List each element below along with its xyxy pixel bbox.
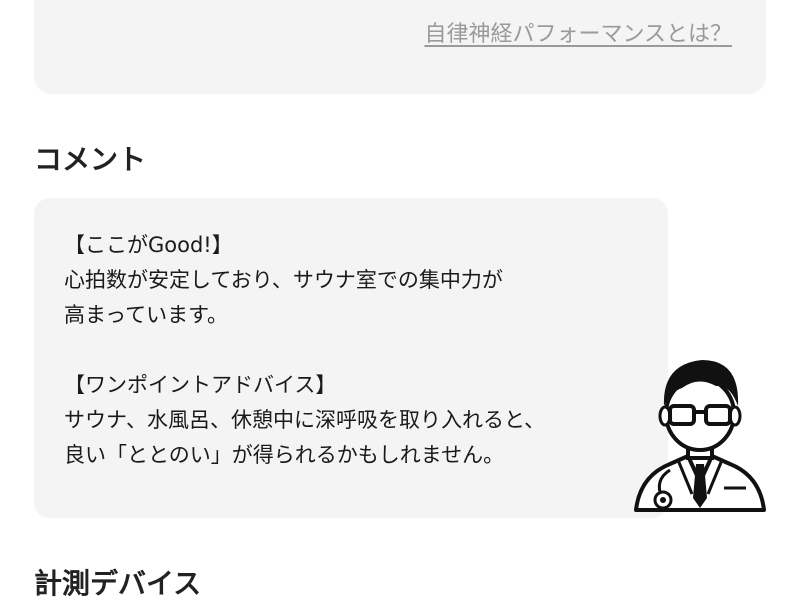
advice-line: サウナ、水風呂、休憩中に深呼吸を取り入れると、 xyxy=(64,408,546,432)
good-line: 心拍数が安定しており、サウナ室での集中力が xyxy=(64,268,503,292)
comment-box: 【ここがGood!】 心拍数が安定しており、サウナ室での集中力が 高まっています… xyxy=(34,198,668,518)
doctor-icon xyxy=(634,360,766,512)
page: 自律神経パフォーマンスとは？ コメント 【ここがGood!】 心拍数が安定してお… xyxy=(0,0,800,600)
advice-line: 良い「ととのい」が得られるかもしれません。 xyxy=(64,443,505,467)
good-line: 高まっています。 xyxy=(64,303,229,327)
comment-text: 【ここがGood!】 心拍数が安定しており、サウナ室での集中力が 高まっています… xyxy=(64,228,545,473)
advice-title: 【ワンポイントアドバイス】 xyxy=(64,373,337,397)
device-heading: 計測デバイス xyxy=(34,567,202,600)
info-card: 自律神経パフォーマンスとは？ xyxy=(34,0,766,94)
good-title: 【ここがGood!】 xyxy=(64,233,233,257)
autonomic-performance-link[interactable]: 自律神経パフォーマンスとは？ xyxy=(424,16,732,48)
comment-heading: コメント xyxy=(34,143,147,176)
